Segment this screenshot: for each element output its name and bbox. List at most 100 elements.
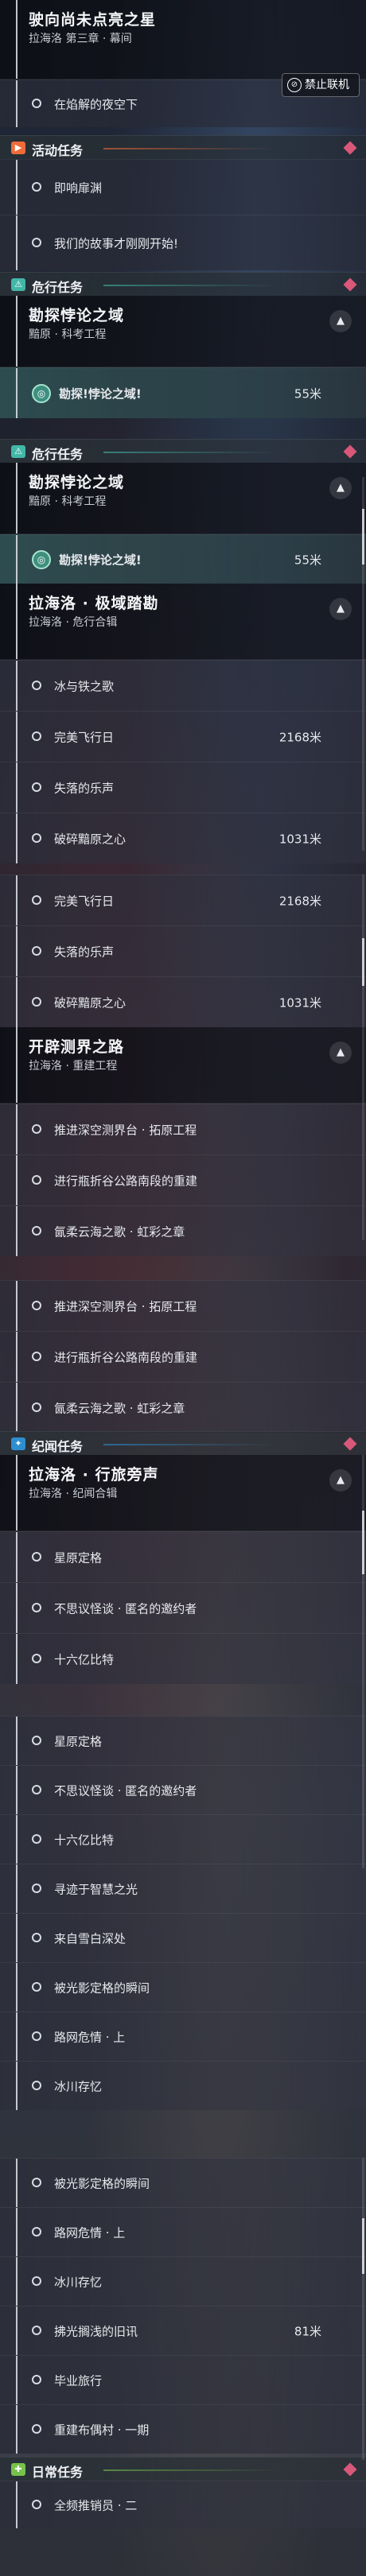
scrollbar-thumb[interactable] [362,938,364,986]
quest-step[interactable]: 被光影定格的瞬间 [0,2158,366,2207]
quest-step[interactable]: 十六亿比特 [0,1814,366,1864]
quest-step[interactable]: 完美飞行日 2168米 [0,875,366,925]
step-label: 拂光搁浅的旧讯 [54,2324,138,2338]
disable-coop-button[interactable]: ⊘ 禁止联机 [282,73,360,97]
quest-title: 开辟测界之路 [29,1038,125,1056]
quest-step[interactable]: 冰与铁之歌 [0,660,366,711]
quest-step-active[interactable]: ◎ 勘探!悖论之域! 55米 [0,367,366,418]
step-circle-icon [32,2275,41,2286]
quest-rail [16,1634,18,1684]
diamond-icon [343,277,357,292]
section-gap [0,863,366,875]
category-icon: ⚠ [11,278,25,291]
step-circle-icon [32,1402,41,1412]
quest-step[interactable]: 路网危情 · 上 [0,2012,366,2061]
step-circle-icon [32,1833,41,1844]
quest-step[interactable]: 重建布偶村 · 一期 [0,2404,366,2454]
step-circle-icon [32,2080,41,2090]
quest-step[interactable]: 失落的乐声 [0,762,366,813]
quest-step[interactable]: 毕业旅行 [0,2355,366,2404]
quest-step[interactable]: 完美飞行日 2168米 [0,711,366,762]
step-label: 勘探!悖论之域! [59,386,142,401]
quest-title: 勘探悖论之域 [29,307,125,324]
quest-step[interactable]: 来自雪白深处 [0,1913,366,1962]
category-label: 纪闻任务 [32,1439,84,1454]
quest-step-active[interactable]: ◎ 勘探!悖论之域! 55米 [0,534,366,584]
step-distance: 55米 [294,386,321,401]
quest-step[interactable]: 十六亿比特 [0,1633,366,1684]
quest-step[interactable]: 冰川存忆 [0,2256,366,2306]
quest-rail [16,1766,18,1814]
step-circle-icon [32,1981,41,1992]
chevron-up-icon[interactable]: ▲ [329,598,352,620]
quest-step[interactable]: 星原定格 [0,1716,366,1765]
step-label: 路网危情 · 上 [54,2030,126,2044]
quest-header[interactable]: 勘探悖论之域 黯原 · 科考工程 ▲ [0,463,366,534]
category-label: 日常任务 [32,2465,84,2480]
quest-header-main[interactable]: 驶向尚未点亮之星 拉海洛 第三章 · 幕间 [0,0,366,80]
chevron-up-icon[interactable]: ▲ [329,477,352,499]
quest-step[interactable]: 失落的乐声 [0,925,366,976]
category-danger[interactable]: ⚠ 危行任务 [0,439,366,463]
quest-step[interactable]: 不思议怪谈 · 匿名的邀约者 [0,1582,366,1633]
quest-rail [16,1963,18,2012]
quest-step[interactable]: 推进深空测界台 · 拓原工程 [0,1104,366,1154]
quest-step[interactable]: 破碎黯原之心 1031米 [0,813,366,863]
quest-step[interactable]: 氤柔云海之歌 · 虹彩之章 [0,1382,366,1433]
quest-step[interactable]: 我们的故事才刚刚开始! [0,215,366,270]
diamond-icon [343,1437,357,1451]
quest-rail [16,1383,18,1433]
step-circle-icon [32,2325,41,2335]
step-label: 冰与铁之歌 [54,679,115,693]
quest-step[interactable]: 即响扉渊 [0,159,366,215]
step-label: 破碎黯原之心 [54,832,127,846]
step-label: 即响扉渊 [54,180,103,195]
quest-step[interactable]: 进行瓶折谷公路南段的重建 [0,1331,366,1382]
scrollbar-track[interactable] [362,2158,364,2460]
step-circle-icon [32,1225,41,1236]
quest-rail [16,1455,18,1530]
step-circle-icon [32,98,41,108]
quest-step[interactable]: 破碎黯原之心 1031米 [0,976,366,1027]
quest-rail [16,584,18,659]
quest-step[interactable]: 氤柔云海之歌 · 虹彩之章 [0,1205,366,1256]
category-daily[interactable]: ✚ 日常任务 [0,2457,366,2481]
quest-rail [16,1864,18,1913]
quest-step[interactable]: 进行瓶折谷公路南段的重建 [0,1154,366,1205]
quest-rail [16,2257,18,2306]
quest-header[interactable]: 开辟测界之路 拉海洛 · 重建工程 ▲ [0,1027,366,1104]
scrollbar-track[interactable] [362,875,364,1240]
quest-step[interactable]: 拂光搁浅的旧讯 81米 [0,2306,366,2355]
quest-rail [16,1332,18,1382]
quest-step[interactable]: 寻迹于智慧之光 [0,1864,366,1913]
diamond-icon [343,2462,357,2477]
quest-step[interactable]: 被光影定格的瞬间 [0,1962,366,2012]
category-lore[interactable]: ✦ 纪闻任务 [0,1431,366,1455]
step-circle-icon [32,1551,41,1562]
scrollbar-thumb[interactable] [362,509,364,564]
quest-rail [16,762,18,813]
quest-header[interactable]: 拉海洛 · 行旅旁声 拉海洛 · 纪闻合辑 ▲ [0,1455,366,1531]
quest-rail [16,1155,18,1205]
quest-header[interactable]: 勘探悖论之域 黯原 · 科考工程 ▲ [0,296,366,367]
quest-step[interactable]: 星原定格 [0,1531,366,1582]
chevron-up-icon[interactable]: ▲ [329,1469,352,1492]
quest-step[interactable]: 冰川存忆 [0,2061,366,2110]
quest-step[interactable]: 全频推销员 · 二 [0,2481,366,2528]
quest-step[interactable]: 推进深空测界台 · 拓原工程 [0,1280,366,1331]
quest-rail [16,1717,18,1765]
scrollbar-thumb[interactable] [362,1511,364,1574]
quest-step[interactable]: 不思议怪谈 · 匿名的邀约者 [0,1765,366,1814]
category-activity[interactable]: ▶ 活动任务 [0,135,366,159]
category-danger[interactable]: ⚠ 危行任务 [0,272,366,296]
step-label: 完美飞行日 [54,730,115,744]
scrollbar-thumb[interactable] [362,2218,364,2274]
step-distance: 2168米 [278,730,321,744]
step-circle-icon [32,2374,41,2384]
quest-step[interactable]: 路网危情 · 上 [0,2207,366,2256]
chevron-up-icon[interactable]: ▲ [329,1042,352,1064]
quest-header[interactable]: 拉海洛 · 极域踏勘 拉海洛 · 危行合辑 ▲ [0,584,366,660]
tracking-target-icon: ◎ [32,383,51,403]
quest-rail [16,1532,18,1582]
chevron-up-icon[interactable]: ▲ [329,310,352,332]
